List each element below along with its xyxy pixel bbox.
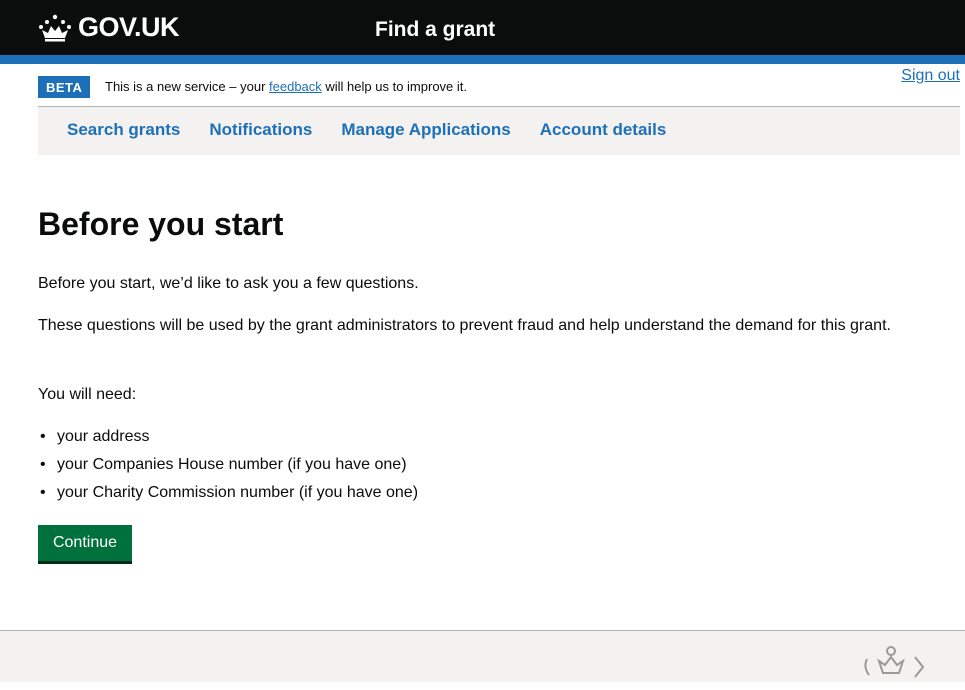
page-title: Before you start <box>38 206 284 242</box>
nav-item-account-details[interactable]: Account details <box>540 107 667 140</box>
list-item: your Charity Commission number (if you h… <box>38 482 418 504</box>
govuk-logo-link[interactable]: GOV.UK <box>38 12 180 43</box>
nav-item-manage-applications[interactable]: Manage Applications <box>341 107 510 140</box>
needs-heading: You will need: <box>38 386 137 403</box>
phase-banner: BETA This is a new service – your feedba… <box>38 64 960 107</box>
intro-text: Before you start, we’d like to ask you a… <box>38 275 419 292</box>
site-footer <box>0 630 965 682</box>
feedback-link[interactable]: feedback <box>269 79 322 94</box>
main-content: Before you start Before you start, we’d … <box>38 200 938 561</box>
nav-item-search-grants[interactable]: Search grants <box>67 107 180 140</box>
royal-crest-icon <box>847 637 935 685</box>
needs-list: your address your Companies House number… <box>38 426 418 510</box>
list-item: your address <box>38 426 418 448</box>
nav-item-notifications[interactable]: Notifications <box>209 107 312 140</box>
crown-icon <box>38 14 72 42</box>
list-item: your Companies House number (if you have… <box>38 454 418 476</box>
phase-text-after: will help us to improve it. <box>321 79 468 94</box>
continue-button[interactable]: Continue <box>38 525 132 561</box>
logo-text: GOV.UK <box>78 12 180 42</box>
explanation-text: These questions will be used by the gran… <box>38 317 891 334</box>
site-header: GOV.UK Find a grant <box>0 0 965 64</box>
phase-banner-text: This is a new service – your feedback wi… <box>105 79 467 94</box>
sign-out-link[interactable]: Sign out <box>901 67 960 85</box>
service-name-link[interactable]: Find a grant <box>375 18 495 42</box>
beta-tag: BETA <box>38 76 91 98</box>
primary-navigation: Search grants Notifications Manage Appli… <box>38 107 960 155</box>
phase-text-before: This is a new service – your <box>105 79 270 94</box>
